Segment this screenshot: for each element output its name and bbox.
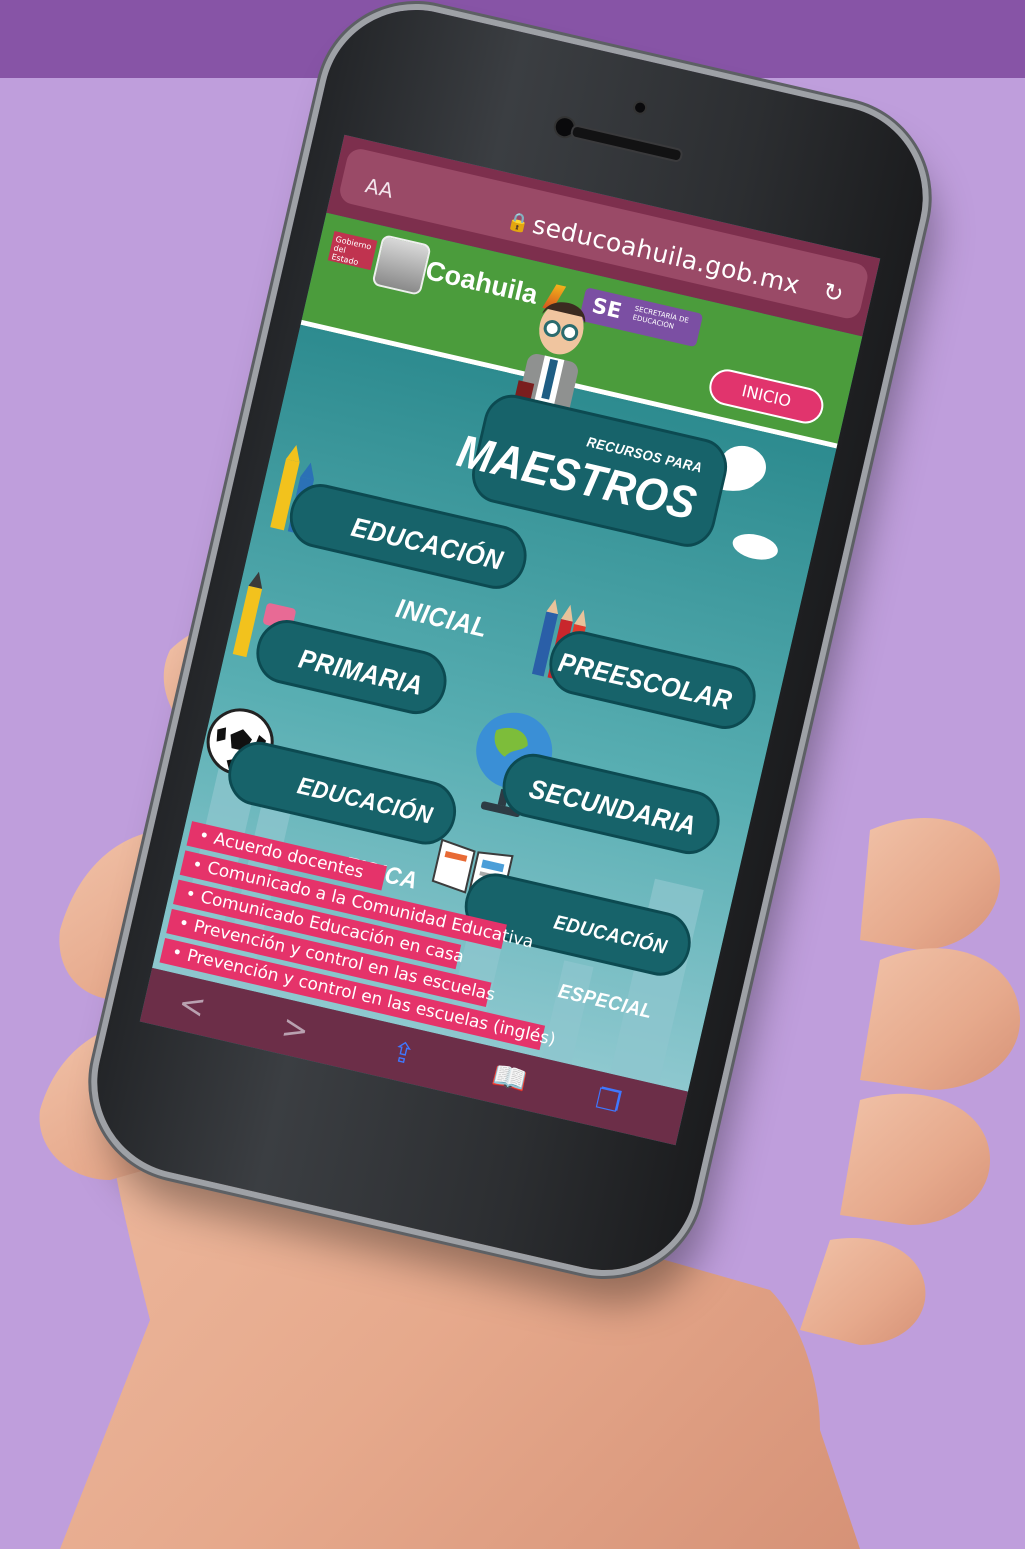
back-icon[interactable]: < — [175, 983, 210, 1026]
inicio-button[interactable]: INICIO — [705, 365, 827, 428]
reload-icon[interactable]: ↻ — [820, 277, 846, 309]
cloud-icon — [730, 529, 781, 564]
forward-icon[interactable]: > — [278, 1007, 313, 1050]
share-icon[interactable]: ⇪ — [388, 1034, 418, 1071]
gobierno-badge: Gobierno del Estado — [327, 231, 378, 271]
text-size-button[interactable]: AA — [363, 173, 396, 203]
secundaria-label: SECUNDARIA — [526, 773, 699, 842]
bookmarks-icon[interactable]: 📖 — [489, 1058, 530, 1098]
primaria-label: PRIMARIA — [295, 643, 426, 702]
preescolar-label: PREESCOLAR — [555, 646, 735, 717]
preescolar-button[interactable]: PREESCOLAR — [543, 625, 762, 735]
educacion-inicial-label: EDUCACIÓN INICIAL — [348, 511, 506, 644]
lock-icon: 🔒 — [505, 209, 532, 236]
coahuila-logo[interactable]: Coahuila — [423, 255, 541, 311]
maestros-label: MAESTROS — [452, 424, 702, 530]
tabs-icon[interactable]: ❐ — [593, 1082, 625, 1120]
state-seal-icon — [371, 234, 432, 296]
secundaria-button[interactable]: SECUNDARIA — [496, 747, 726, 860]
se-subtitle: SECRETARÍA DE EDUCACIÓN — [631, 304, 690, 331]
